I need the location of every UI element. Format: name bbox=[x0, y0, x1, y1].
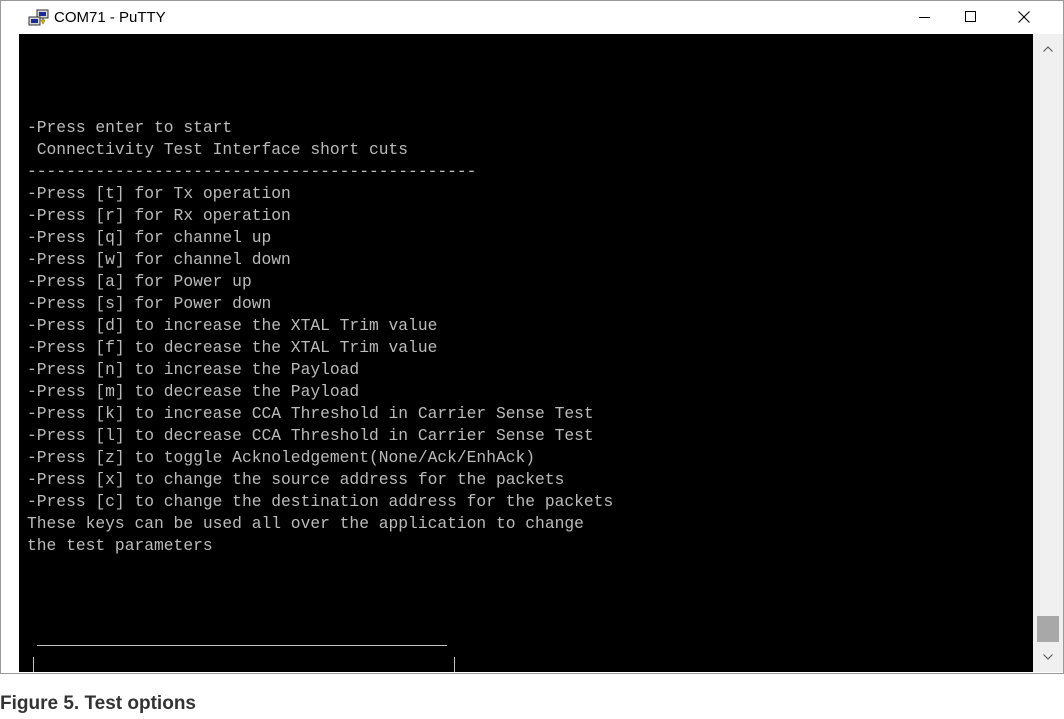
putty-window: COM71 - PuTTY -Press enter to start Conn… bbox=[0, 0, 1064, 674]
input-box-left-border bbox=[33, 657, 34, 672]
terminal-line: -Press [n] to increase the Payload bbox=[27, 360, 360, 379]
scrollbar-thumb[interactable] bbox=[1037, 616, 1059, 642]
input-box-right-border bbox=[454, 657, 455, 672]
terminal-line: These keys can be used all over the appl… bbox=[27, 514, 584, 533]
figure-caption: Figure 5. Test options bbox=[0, 693, 196, 714]
vertical-scrollbar[interactable] bbox=[1033, 34, 1063, 672]
terminal-line: Connectivity Test Interface short cuts bbox=[27, 140, 409, 159]
putty-icon bbox=[28, 9, 49, 26]
window-title: COM71 - PuTTY bbox=[54, 9, 166, 26]
scroll-down-button[interactable] bbox=[1033, 642, 1063, 672]
maximize-icon bbox=[965, 11, 976, 22]
terminal-output: -Press enter to start Connectivity Test … bbox=[27, 117, 613, 557]
terminal-line: -Press [s] for Power down bbox=[27, 294, 272, 313]
terminal-input-box[interactable] bbox=[33, 645, 455, 672]
close-icon bbox=[1018, 11, 1030, 23]
terminal-line: -Press [r] for Rx operation bbox=[27, 206, 291, 225]
chevron-up-icon bbox=[1043, 46, 1053, 52]
terminal-line: -Press [t] for Tx operation bbox=[27, 184, 291, 203]
terminal-line: -Press [d] to increase the XTAL Trim val… bbox=[27, 316, 438, 335]
terminal-line: -Press [z] to toggle Acknoledgement(None… bbox=[27, 448, 536, 467]
terminal-line: -Press [w] for channel down bbox=[27, 250, 291, 269]
maximize-button[interactable] bbox=[948, 1, 994, 33]
terminal-line: -Press [x] to change the source address … bbox=[27, 470, 565, 489]
minimize-icon bbox=[919, 17, 930, 18]
terminal-line: -Press [m] to decrease the Payload bbox=[27, 382, 360, 401]
terminal-area[interactable]: -Press enter to start Connectivity Test … bbox=[19, 34, 1033, 672]
terminal-line: -Press [q] for channel up bbox=[27, 228, 272, 247]
terminal-line: the test parameters bbox=[27, 536, 213, 555]
terminal-line: -Press [a] for Power up bbox=[27, 272, 252, 291]
terminal-line: ----------------------------------------… bbox=[27, 162, 477, 181]
terminal-line: -Press [k] to increase CCA Threshold in … bbox=[27, 404, 594, 423]
terminal-line: -Press enter to start bbox=[27, 118, 233, 137]
terminal-line: -Press [c] to change the destination add… bbox=[27, 492, 614, 511]
terminal-line: -Press [l] to decrease CCA Threshold in … bbox=[27, 426, 594, 445]
title-bar[interactable]: COM71 - PuTTY bbox=[1, 1, 1063, 33]
minimize-button[interactable] bbox=[902, 1, 948, 33]
scroll-up-button[interactable] bbox=[1033, 34, 1063, 64]
close-button[interactable] bbox=[1001, 1, 1047, 33]
input-box-top-border bbox=[37, 645, 447, 646]
chevron-down-icon bbox=[1043, 654, 1053, 660]
terminal-line: -Press [f] to decrease the XTAL Trim val… bbox=[27, 338, 438, 357]
